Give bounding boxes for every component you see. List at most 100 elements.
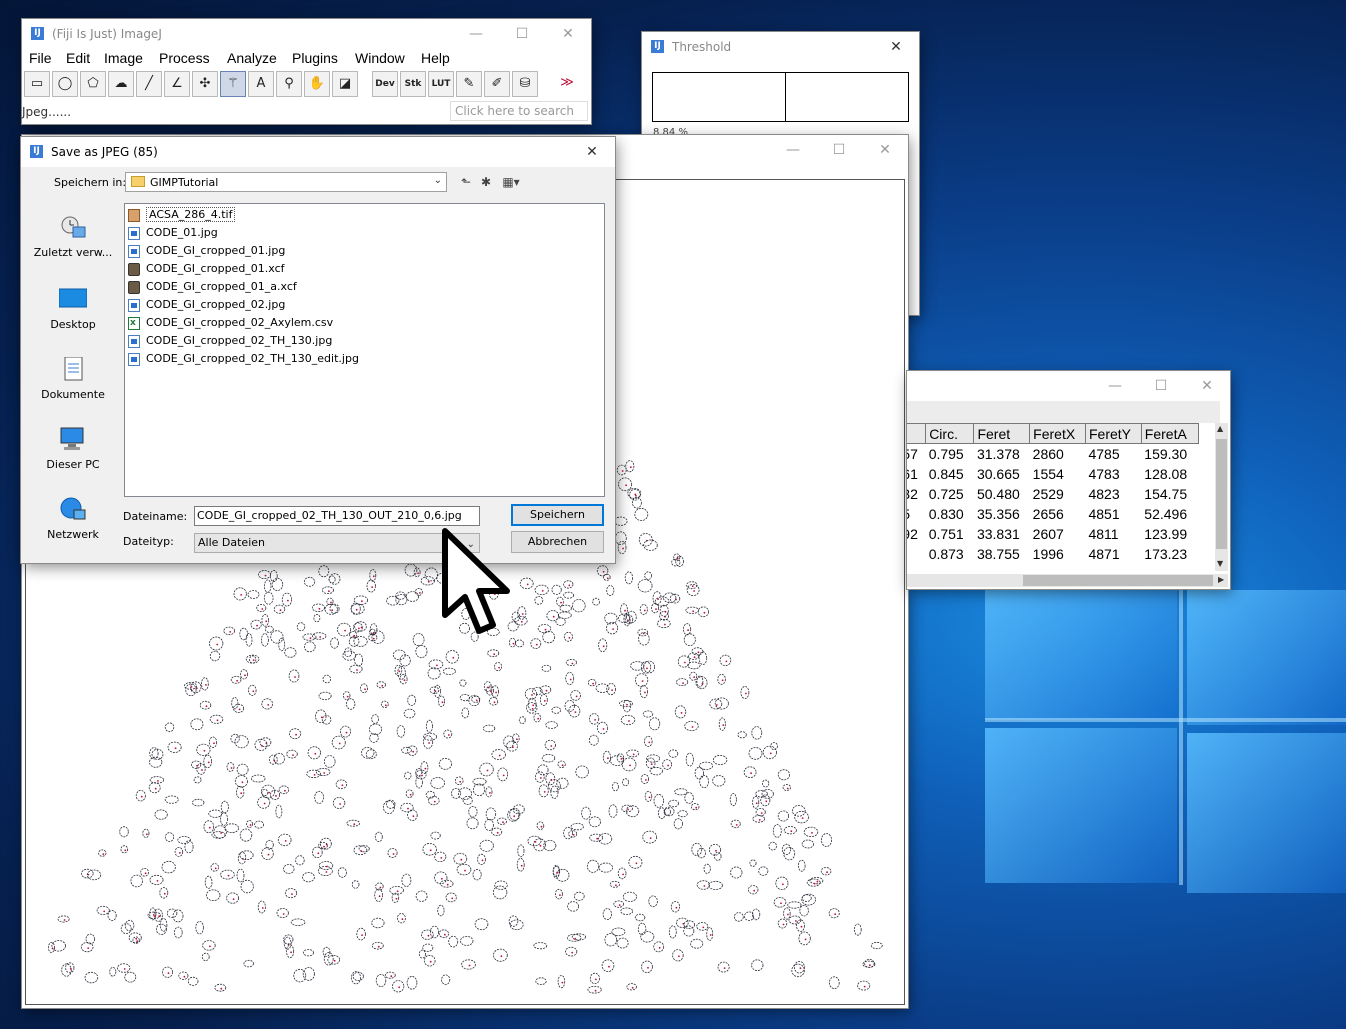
results-titlebar[interactable]: — ☐ ✕ [907, 371, 1230, 401]
scroll-up-icon[interactable]: ▲ [1217, 424, 1223, 433]
file-item[interactable]: CODE_GI_cropped_01.xcf [128, 260, 285, 277]
new-folder-icon[interactable]: ✱ [477, 174, 495, 190]
particle-outline [448, 935, 459, 948]
file-item[interactable]: CODE_GI_cropped_02_TH_130_edit.jpg [128, 350, 359, 367]
table-row[interactable]: 957 0.795 31.378 2860 4785 159.30 [907, 444, 1199, 465]
scroll-down-icon[interactable]: ▼ [1217, 559, 1223, 568]
maximize-icon[interactable]: ☐ [499, 19, 545, 49]
particle-marker [574, 937, 577, 940]
threshold-titlebar[interactable]: IJ Threshold ✕ [642, 32, 919, 62]
particle-outline [406, 975, 418, 990]
scroll-right-icon[interactable]: ▶ [1218, 575, 1224, 584]
up-folder-icon[interactable]: ⬑ [457, 174, 475, 190]
column-header[interactable]: FeretA [1140, 423, 1200, 444]
dev-menu-tool[interactable]: Dev [372, 71, 398, 97]
particle-marker [627, 808, 629, 811]
save-button[interactable]: Speichern [511, 504, 604, 526]
results-table[interactable]: eCirc.FeretFeretXFeretYFeretA 957 0.795 31… [907, 423, 1200, 565]
place-desktop[interactable]: Desktop [29, 287, 117, 331]
brush-tool[interactable]: ✐ [484, 71, 510, 97]
table-row[interactable]: 032 0.725 50.480 2529 4823 154.75 [907, 484, 1199, 504]
filename-field[interactable]: CODE_GI_cropped_02_TH_130_OUT_210_0,6.jp… [194, 506, 480, 526]
place-recent[interactable]: Zuletzt verw... [29, 215, 117, 259]
close-icon[interactable]: ✕ [569, 137, 615, 167]
minimize-icon[interactable]: — [1092, 371, 1138, 401]
table-row[interactable]: 661 0.845 30.665 1554 4783 128.08 [907, 464, 1199, 484]
menu-help[interactable]: Help [421, 50, 450, 66]
maximize-icon[interactable]: ☐ [1138, 371, 1184, 401]
particle-outline [571, 933, 587, 941]
particle-marker [325, 871, 328, 873]
results-body: 957 0.795 31.378 2860 4785 159.30 661 0.845 30.6… [907, 444, 1199, 565]
polygon-tool[interactable]: ⬠ [80, 71, 106, 97]
column-header[interactable]: e [907, 423, 927, 444]
place-this-pc[interactable]: Dieser PC [29, 427, 117, 471]
magnifier-tool[interactable]: ⚲ [276, 71, 302, 97]
file-item[interactable]: ACSA_286_4.tif [128, 206, 236, 223]
filetype-dropdown[interactable]: Alle Dateien ⌄ [194, 533, 480, 553]
save-in-dropdown[interactable]: GIMPTutorial ⌄ [125, 172, 447, 192]
file-item[interactable]: CODE_GI_cropped_01.jpg [128, 242, 285, 259]
menu-image[interactable]: Image [104, 50, 143, 66]
flood-fill-tool[interactable]: ⛁ [512, 71, 538, 97]
maximize-icon[interactable]: ☐ [816, 135, 862, 165]
imagej-titlebar[interactable]: IJ (Fiji Is Just) ImageJ — ☐ ✕ [22, 19, 591, 49]
column-header[interactable]: Circ. [925, 423, 975, 444]
view-menu-icon[interactable]: ▦▾ [499, 174, 523, 190]
place-documents[interactable]: Dokumente [29, 356, 117, 401]
menu-window[interactable]: Window [355, 50, 405, 66]
minimize-icon[interactable]: — [770, 135, 816, 165]
scrollbar-thumb[interactable] [1216, 439, 1227, 549]
wand-tool[interactable]: ⚚ [220, 71, 246, 97]
dialog-titlebar[interactable]: IJ Save as JPEG (85) ✕ [21, 137, 615, 167]
recent-places-icon [61, 216, 86, 238]
menu-process[interactable]: Process [159, 50, 210, 66]
menu-file[interactable]: File [29, 50, 52, 66]
point-tool[interactable]: ✣ [192, 71, 218, 97]
table-row[interactable]: 692 0.751 33.831 2607 4811 123.99 [907, 524, 1199, 544]
menu-edit[interactable]: Edit [66, 50, 90, 66]
file-item[interactable]: CODE_GI_cropped_02.jpg [128, 296, 285, 313]
table-row[interactable]: 550.830 35.356 2656 4851 52.496 [907, 504, 1199, 524]
particle-outline [234, 775, 248, 788]
search-input[interactable]: Click here to search [450, 101, 588, 121]
place-network[interactable]: Netzwerk [29, 497, 117, 541]
particle-outline [172, 909, 184, 923]
rectangle-tool[interactable]: ▭ [24, 71, 50, 97]
oval-tool[interactable]: ◯ [52, 71, 78, 97]
file-list[interactable]: ACSA_286_4.tif CODE_01.jpg CODE_GI_cropped… [124, 203, 605, 497]
close-icon[interactable]: ✕ [545, 19, 591, 49]
column-header[interactable]: FeretY [1084, 423, 1142, 444]
angle-tool[interactable]: ∠ [164, 71, 190, 97]
line-tool[interactable]: ╱ [136, 71, 162, 97]
file-item[interactable]: CODE_GI_cropped_02_TH_130.jpg [128, 332, 332, 349]
freehand-tool[interactable]: ☁ [108, 71, 134, 97]
hand-tool[interactable]: ✋ [304, 71, 330, 97]
particle-outline [524, 688, 538, 700]
pencil-tool[interactable]: ✎ [456, 71, 482, 97]
file-item[interactable]: CODE_GI_cropped_01_a.xcf [128, 278, 297, 295]
threshold-histogram[interactable] [652, 72, 909, 122]
text-tool[interactable]: A [248, 71, 274, 97]
stk-menu-tool[interactable]: Stk [400, 71, 426, 97]
more-tools[interactable]: ≫ [554, 71, 580, 97]
minimize-icon[interactable]: — [453, 19, 499, 49]
lut-menu-tool[interactable]: LUT [428, 71, 454, 97]
color-picker-tool[interactable]: ◪ [332, 71, 358, 97]
menu-analyze[interactable]: Analyze [227, 50, 277, 66]
menu-plugins[interactable]: Plugins [292, 50, 338, 66]
close-icon[interactable]: ✕ [862, 135, 908, 165]
particle-marker [344, 629, 346, 632]
file-item[interactable]: CODE_01.jpg [128, 224, 218, 241]
column-header[interactable]: FeretX [1029, 423, 1086, 444]
table-row[interactable]: 70.873 38.755 1996 4871 173.23 [907, 544, 1199, 564]
horizontal-scrollbar[interactable]: ▶ [907, 574, 1228, 587]
file-item[interactable]: CODE_GI_cropped_02_Axylem.csv [128, 314, 333, 332]
cancel-button[interactable]: Abbrechen [511, 531, 604, 553]
particle-outline [645, 757, 656, 769]
close-icon[interactable]: ✕ [1184, 371, 1230, 401]
vertical-scrollbar[interactable]: ▲ ▼ [1215, 423, 1228, 571]
column-header[interactable]: Feret [973, 423, 1031, 444]
close-icon[interactable]: ✕ [873, 32, 919, 62]
scrollbar-thumb[interactable] [1023, 575, 1213, 586]
